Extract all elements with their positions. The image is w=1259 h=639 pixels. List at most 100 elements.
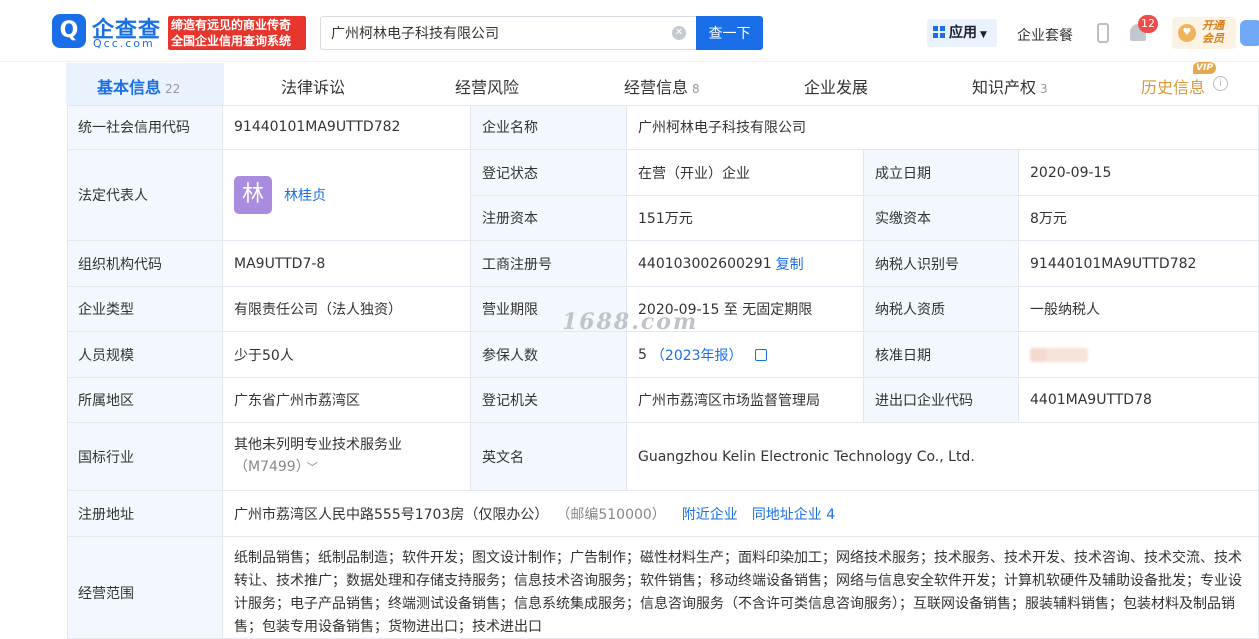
value-credit-code: 91440101MA9UTTD782: [223, 105, 471, 150]
search-box: ✕: [320, 16, 696, 50]
label-company-type: 企业类型: [67, 287, 223, 332]
value-address: 广州市荔湾区人民中路555号1703房（仅限办公） （邮编510000） 附近企…: [223, 491, 1259, 537]
open-vip-label: 开通 会员: [1202, 19, 1224, 45]
value-approve-date[interactable]: [1019, 332, 1259, 378]
vip-locked-icon[interactable]: [1030, 347, 1088, 362]
tab-label: 历史信息: [1141, 78, 1206, 97]
trend-icon[interactable]: [754, 348, 767, 361]
value-legal-rep: 林 林桂贞: [223, 150, 471, 241]
value-biz-term: 2020-09-15 至 无固定期限: [627, 287, 864, 332]
same-address-link[interactable]: 同地址企业 4: [752, 504, 835, 524]
label-region: 所属地区: [67, 378, 223, 423]
caret-down-icon: ▼: [980, 30, 987, 40]
tab-label: 经营风险: [455, 78, 520, 97]
label-industry: 国标行业: [67, 423, 223, 491]
tab-count: 3: [1040, 82, 1048, 96]
label-staff-size: 人员规模: [67, 332, 223, 378]
slogan-banner: 缔造有远见的商业传奇 全国企业信用查询系统: [168, 16, 306, 50]
label-paid-capital: 实缴资本: [864, 196, 1019, 241]
label-ie-code: 进出口企业代码: [864, 378, 1019, 423]
label-reg-status: 登记状态: [471, 150, 627, 196]
legal-rep-link[interactable]: 林桂贞: [284, 185, 326, 205]
label-insured: 参保人数: [471, 332, 627, 378]
notification-badge: 12: [1138, 15, 1158, 33]
label-approve-date: 核准日期: [864, 332, 1019, 378]
value-found-date: 2020-09-15: [1019, 150, 1259, 196]
label-found-date: 成立日期: [864, 150, 1019, 196]
app-menu-label: 应用: [949, 25, 977, 41]
clear-icon[interactable]: ✕: [672, 26, 686, 40]
industry-code-toggle[interactable]: （M7499） ﹀: [234, 456, 318, 479]
postcode: （邮编510000）: [556, 506, 666, 523]
chevron-down-icon: ﹀: [306, 461, 318, 474]
tab-risk[interactable]: 经营风险: [455, 74, 519, 98]
label-biz-term: 营业期限: [471, 287, 627, 332]
value-taxpayer-qual: 一般纳税人: [1019, 287, 1259, 332]
value-staff-size: 少于50人: [223, 332, 471, 378]
logo-text-en: Qcc.com: [93, 37, 155, 50]
value-insured: 5 （2023年报）: [627, 332, 864, 378]
enterprise-package-link[interactable]: 企业套餐: [1017, 25, 1073, 45]
tab-basic-info[interactable]: 基本信息 22: [97, 74, 180, 98]
label-org-code: 组织机构代码: [67, 241, 223, 287]
label-legal-rep: 法定代表人: [67, 150, 223, 241]
vip-crown-icon: ♥: [1178, 24, 1196, 42]
qcc-logo[interactable]: Q 企查查 Qcc.com: [52, 14, 164, 50]
label-credit-code: 统一社会信用代码: [67, 105, 223, 150]
tab-label: 基本信息: [97, 78, 162, 97]
app-menu-button[interactable]: 应用 ▼: [927, 19, 997, 47]
value-reg-status: 在营（开业）企业: [627, 150, 864, 196]
nearby-companies-link[interactable]: 附近企业: [682, 504, 738, 524]
label-taxpayer-qual: 纳税人资质: [864, 287, 1019, 332]
value-region: 广东省广州市荔湾区: [223, 378, 471, 423]
mobile-icon[interactable]: [1097, 23, 1109, 43]
slogan-line-1: 缔造有远见的商业传奇: [171, 18, 292, 32]
tab-label: 法律诉讼: [281, 78, 346, 97]
insured-count: 5: [638, 346, 647, 363]
tab-operation[interactable]: 经营信息 8: [624, 74, 700, 98]
copy-link[interactable]: 复制: [776, 254, 804, 274]
tab-legal[interactable]: 法律诉讼: [281, 74, 345, 98]
value-org-code: MA9UTTD7-8: [223, 241, 471, 287]
tab-count: 8: [692, 82, 700, 96]
value-industry: 其他未列明专业技术服务业 （M7499） ﹀: [223, 423, 471, 491]
label-company-name: 企业名称: [471, 105, 627, 150]
insured-report-link[interactable]: （2023年报）: [651, 345, 743, 365]
open-vip-button[interactable]: ♥ 开通 会员: [1172, 17, 1236, 49]
grid-icon: [933, 26, 945, 38]
search-input[interactable]: [321, 17, 661, 49]
label-scope: 经营范围: [67, 537, 223, 639]
basic-info-table: 统一社会信用代码 91440101MA9UTTD782 企业名称 广州柯林电子科…: [67, 105, 1259, 639]
assistant-icon[interactable]: [1240, 20, 1259, 46]
biz-reg-no-text: 440103002600291: [638, 255, 772, 272]
tab-history[interactable]: 历史信息: [1141, 74, 1205, 98]
address-text: 广州市荔湾区人民中路555号1703房（仅限办公）: [234, 506, 549, 523]
value-ie-code: 4401MA9UTTD78: [1019, 378, 1259, 423]
tab-label: 经营信息: [624, 78, 689, 97]
tab-development[interactable]: 企业发展: [804, 74, 868, 98]
value-scope: 纸制品销售；纸制品制造；软件开发；图文设计制作；广告制作；磁性材料生产；面料印染…: [223, 537, 1259, 639]
value-english-name: Guangzhou Kelin Electronic Technology Co…: [627, 423, 1259, 491]
value-reg-authority: 广州市荔湾区市场监督管理局: [627, 378, 864, 423]
label-english-name: 英文名: [471, 423, 627, 491]
industry-text: 其他未列明专业技术服务业: [234, 437, 402, 453]
value-paid-capital: 8万元: [1019, 196, 1259, 241]
info-tabs: 基本信息 22 法律诉讼 经营风险 经营信息 8 企业发展 知识产权 3 历史信息 V…: [66, 62, 1259, 105]
label-biz-reg-no: 工商注册号: [471, 241, 627, 287]
vip-tag: VIP: [1193, 62, 1216, 74]
tab-ip[interactable]: 知识产权 3: [972, 74, 1048, 98]
tab-label: 企业发展: [804, 78, 869, 97]
info-icon[interactable]: i: [1213, 76, 1228, 91]
value-company-name: 广州柯林电子科技有限公司: [627, 105, 1259, 150]
value-biz-reg-no: 440103002600291 复制: [627, 241, 864, 287]
value-reg-capital: 151万元: [627, 196, 864, 241]
label-reg-capital: 注册资本: [471, 196, 627, 241]
industry-code: （M7499）: [234, 459, 303, 475]
label-taxpayer-id: 纳税人识别号: [864, 241, 1019, 287]
tab-label: 知识产权: [972, 78, 1037, 97]
slogan-line-2: 全国企业信用查询系统: [171, 34, 292, 48]
label-address: 注册地址: [67, 491, 223, 537]
search-button[interactable]: 查一下: [696, 16, 763, 50]
label-reg-authority: 登记机关: [471, 378, 627, 423]
value-company-type: 有限责任公司（法人独资）: [223, 287, 471, 332]
